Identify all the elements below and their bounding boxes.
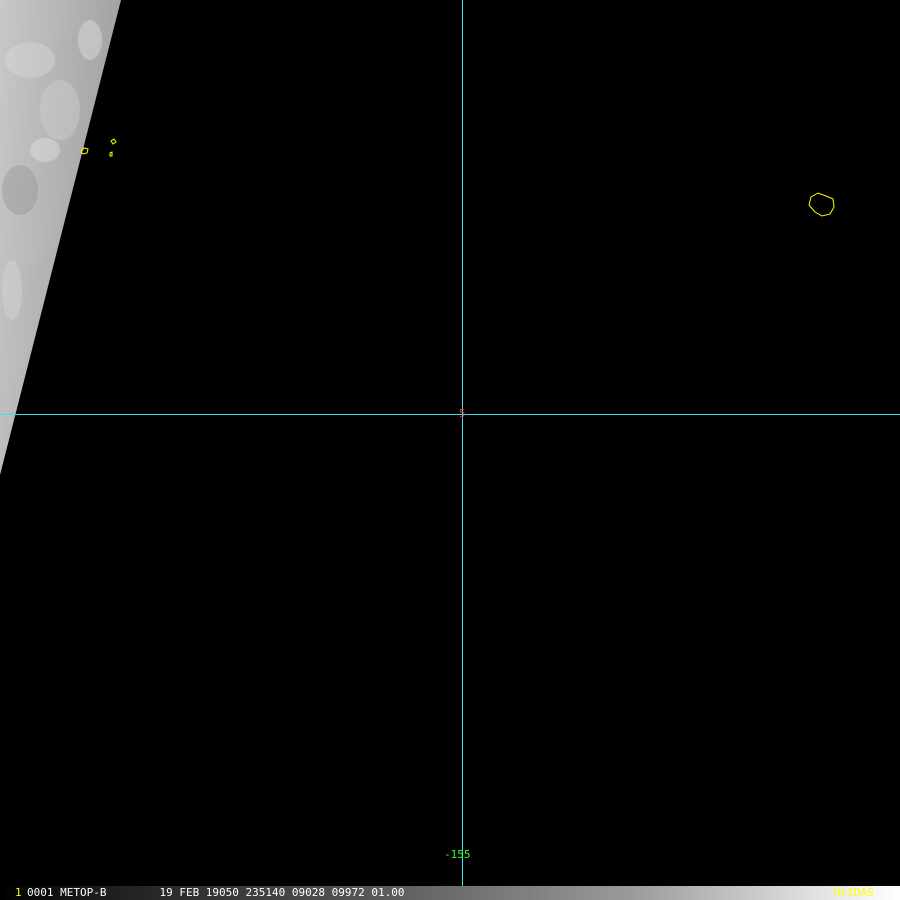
image-info: 0001 METOP-B 19 FEB 19050 235140 09028 0… [27, 886, 405, 899]
frame-number: 1 [15, 886, 22, 899]
island-outline [109, 151, 113, 157]
satellite-image-viewer: 5 -155 1 0001 METOP-B 19 FEB 19050 23514… [0, 0, 900, 900]
status-bar: 1 0001 METOP-B 19 FEB 19050 235140 09028… [0, 886, 900, 900]
island-outline [808, 192, 835, 217]
latitude-label: 5 [459, 407, 466, 420]
longitude-label: -155 [444, 848, 471, 861]
island-outline [110, 138, 117, 145]
mcidas-logo: McIDAS [834, 886, 874, 899]
satellite-imagery [0, 0, 900, 886]
lat-lon-grid [0, 0, 900, 886]
coastlines [80, 138, 835, 217]
